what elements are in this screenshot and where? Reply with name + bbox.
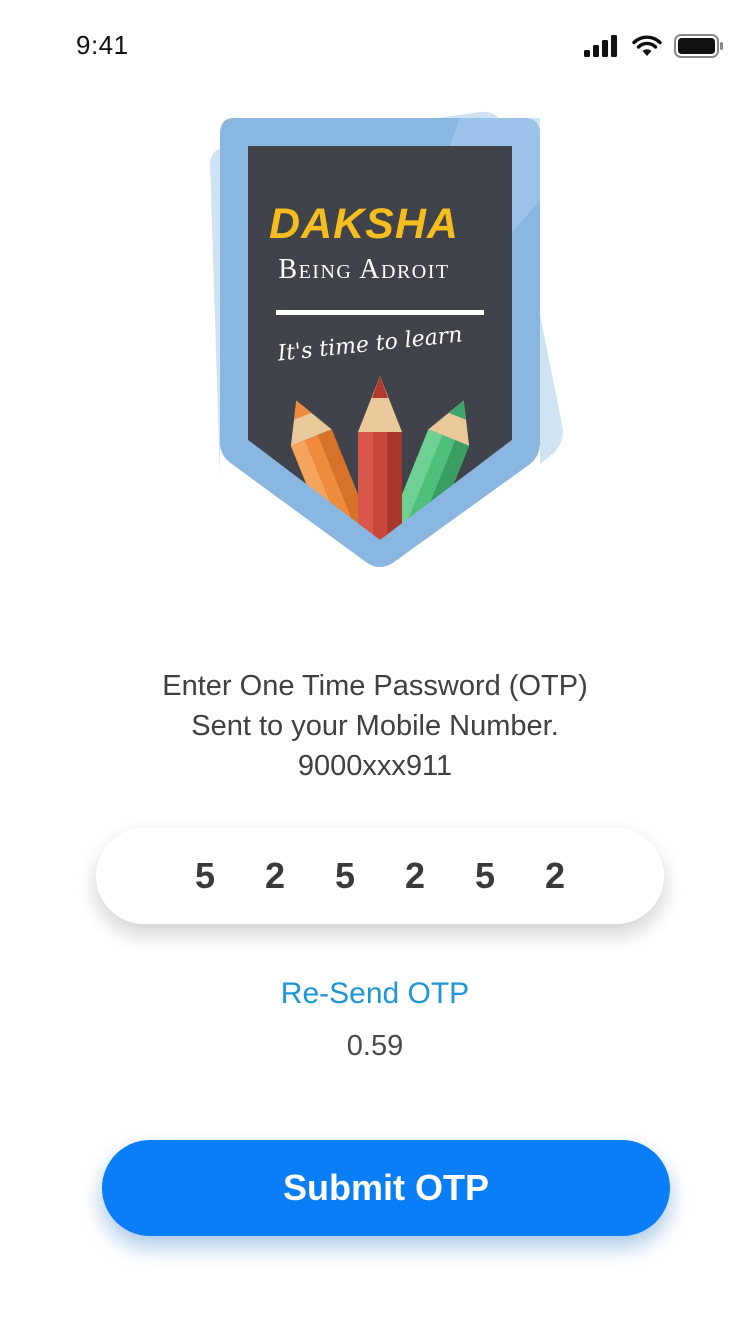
mobile-number: 9000xxx911 [297,750,453,782]
otp-digit-4[interactable]: 2 [380,855,450,897]
wifi-icon [632,35,662,57]
instruction-line-1: Enter One Time Password (OTP) [162,670,588,702]
otp-screen: 9:41 DAKSHA Being Adroit It's time to le… [0,0,750,1334]
logo-brand: DAKSHA [269,200,459,248]
resend-otp-link[interactable]: Re-Send OTP [0,977,750,1011]
otp-digit-3[interactable]: 5 [310,855,380,897]
otp-digit-2[interactable]: 2 [240,855,310,897]
status-time: 9:41 [76,30,129,60]
logo-subtitle: Being Adroit [278,254,450,285]
submit-otp-button[interactable]: Submit OTP [102,1140,670,1236]
resend-timer: 0.59 [346,1030,404,1062]
battery-icon [674,34,724,58]
signal-icon [584,35,620,57]
instruction-line-2: Sent to your Mobile Number. [191,710,559,742]
otp-instructions: Enter One Time Password (OTP) Sent to yo… [0,666,750,786]
otp-digit-6[interactable]: 2 [520,855,590,897]
otp-digit-1[interactable]: 5 [170,855,240,897]
otp-digit-5[interactable]: 5 [450,855,520,897]
daksha-logo: DAKSHA Being Adroit It's time to learn [190,104,570,586]
status-icons [584,30,724,62]
otp-input[interactable]: 5 2 5 2 5 2 [96,828,664,924]
